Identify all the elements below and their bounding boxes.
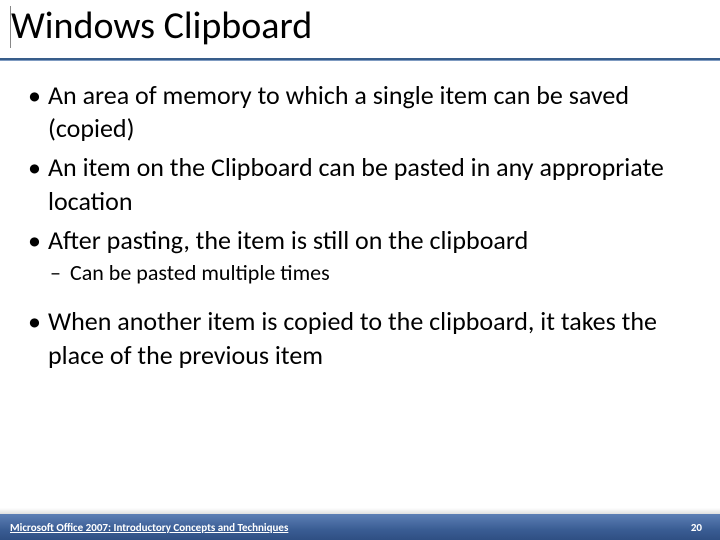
spacer [24, 293, 696, 305]
bullet-text: An item on the Clipboard can be pasted i… [48, 151, 664, 216]
bullet-text: When another item is copied to the clipb… [48, 305, 657, 370]
sub-bullet-item: Can be pasted multiple times [48, 259, 696, 287]
slide: Windows Clipboard An area of memory to w… [0, 0, 720, 540]
bullet-list: An area of memory to which a single item… [24, 79, 696, 287]
bullet-text: An area of memory to which a single item… [48, 79, 629, 144]
sub-bullet-text: Can be pasted multiple times [70, 259, 330, 286]
footer-source: Microsoft Office 2007: Introductory Conc… [10, 521, 288, 534]
bullet-item: An item on the Clipboard can be pasted i… [24, 151, 696, 218]
slide-title: Windows Clipboard [10, 6, 710, 48]
footer-bar: Microsoft Office 2007: Introductory Conc… [0, 514, 720, 540]
bullet-item: When another item is copied to the clipb… [24, 305, 696, 372]
page-number: 20 [691, 521, 702, 534]
bullet-item: After pasting, the item is still on the … [24, 224, 696, 287]
bullet-text: After pasting, the item is still on the … [48, 224, 528, 256]
bullet-list: When another item is copied to the clipb… [24, 305, 696, 372]
sub-bullet-list: Can be pasted multiple times [48, 259, 696, 287]
bullet-item: An area of memory to which a single item… [24, 79, 696, 146]
title-area: Windows Clipboard [0, 0, 720, 52]
slide-body: An area of memory to which a single item… [0, 61, 720, 540]
